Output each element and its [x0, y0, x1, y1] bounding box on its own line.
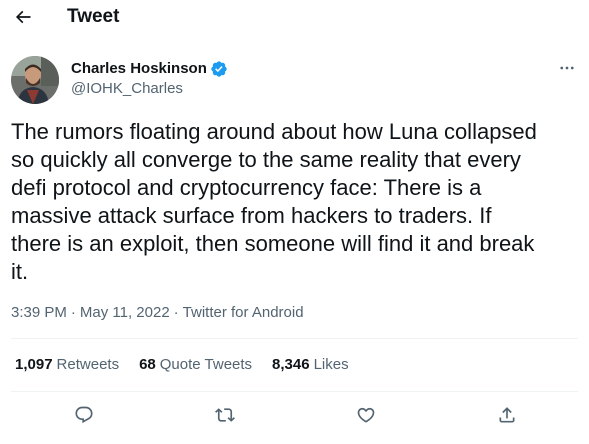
retweets-stat[interactable]: 1,097 Retweets — [15, 355, 119, 375]
tweet-meta: 3:39 PM · May 11, 2022 · Twitter for And… — [11, 303, 304, 323]
verified-badge-icon — [210, 60, 228, 78]
quote-tweets-label: Quote Tweets — [159, 356, 253, 373]
more-icon — [560, 66, 574, 70]
meta-separator: · — [70, 304, 76, 321]
quote-tweets-stat[interactable]: 68 Quote Tweets — [139, 355, 252, 375]
avatar[interactable] — [11, 56, 59, 104]
likes-count: 8,346 — [272, 356, 310, 373]
arrow-left-icon — [15, 10, 31, 24]
page-title: Tweet — [67, 6, 120, 27]
more-options-button[interactable] — [556, 58, 578, 78]
quote-tweets-count: 68 — [139, 356, 156, 373]
likes-label: Likes — [313, 356, 349, 373]
tweet-time[interactable]: 3:39 PM — [11, 303, 67, 323]
tweet-source[interactable]: Twitter for Android — [183, 303, 304, 323]
tweet-text: The rumors floating around about how Lun… — [11, 119, 537, 284]
likes-stat[interactable]: 8,346 Likes — [272, 355, 349, 375]
tweet-date[interactable]: May 11, 2022 — [80, 303, 170, 323]
author-handle[interactable]: @IOHK_Charles — [71, 79, 228, 99]
like-button[interactable] — [352, 401, 380, 429]
retweets-label: Retweets — [56, 356, 120, 373]
tweet-stats: 1,097 Retweets 68 Quote Tweets 8,346 Lik… — [15, 355, 369, 375]
divider — [11, 391, 578, 392]
reply-icon — [75, 406, 93, 424]
retweets-count: 1,097 — [15, 356, 53, 373]
reply-button[interactable] — [70, 401, 98, 429]
top-header: Tweet — [0, 0, 589, 38]
share-button[interactable] — [493, 401, 521, 429]
back-button[interactable] — [10, 4, 36, 30]
divider — [11, 338, 578, 339]
heart-icon — [357, 407, 375, 423]
tweet-actions — [0, 401, 589, 429]
retweet-button[interactable] — [211, 401, 239, 429]
retweet-icon — [215, 408, 235, 422]
author-name[interactable]: Charles Hoskinson — [71, 59, 207, 79]
share-icon — [499, 407, 515, 423]
author-block: Charles Hoskinson @IOHK_Charles — [71, 59, 228, 99]
meta-separator: · — [173, 304, 179, 321]
